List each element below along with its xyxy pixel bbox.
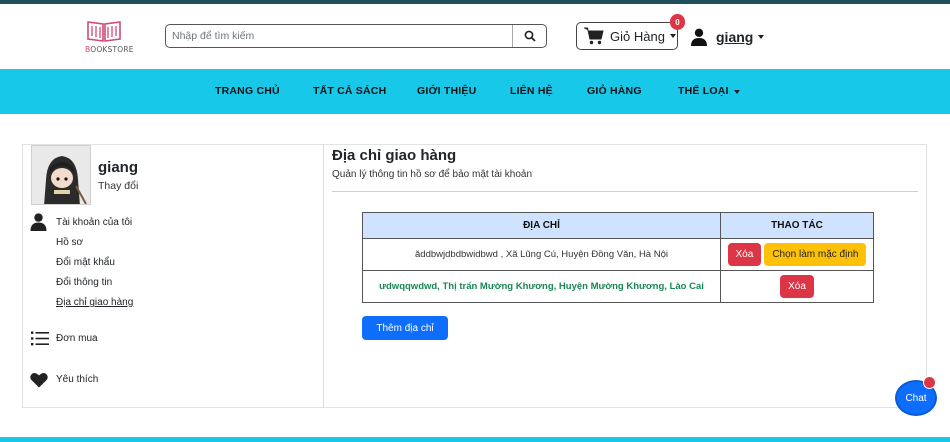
sidebar-item-shipping-address[interactable]: Địa chỉ giao hàng: [56, 297, 133, 308]
footer-strip: [0, 437, 950, 442]
user-icon: [691, 28, 707, 46]
page-title: Địa chỉ giao hàng: [332, 147, 457, 164]
chevron-down-icon: [758, 35, 765, 39]
search-button[interactable]: [512, 25, 546, 47]
table-row: ăddbwjdbdbwidbwd , Xã Lũng Cú, Huyện Đồn…: [362, 238, 874, 271]
page-subtitle: Quản lý thông tin hồ sơ để bảo mật tài k…: [332, 169, 533, 180]
heart-icon: [30, 373, 48, 388]
set-default-button[interactable]: Chọn làm mặc định: [764, 243, 867, 266]
person-icon: [30, 213, 47, 231]
nav-categories-label: THỂ LOẠI: [678, 85, 729, 97]
actions-cell: Xóa Chọn làm mặc định: [720, 238, 874, 271]
nav-item-categories[interactable]: THỂ LOẠI: [678, 85, 740, 97]
chat-notification-dot: [923, 376, 936, 389]
sidebar-item-change-password[interactable]: Đổi mật khẩu: [56, 257, 115, 268]
user-menu[interactable]: giang: [690, 26, 765, 48]
chevron-down-icon: [733, 90, 740, 94]
profile-name: giang: [98, 159, 138, 176]
add-address-button[interactable]: Thêm địa chỉ: [362, 316, 448, 340]
panel-border-right: [926, 144, 927, 408]
book-logo-icon: [87, 21, 121, 42]
cart-dropdown-button[interactable]: Giỏ Hàng: [576, 22, 678, 50]
delete-address-button[interactable]: Xóa: [727, 243, 762, 266]
chevron-down-icon: [669, 34, 676, 38]
search-input[interactable]: [172, 28, 512, 44]
sidebar-item-profile[interactable]: Hồ sơ: [56, 237, 83, 248]
logo-text: BOOKSTORE: [85, 45, 134, 54]
address-cell: ăddbwjdbdbwidbwd , Xã Lũng Cú, Huyện Đồn…: [362, 238, 721, 271]
divider: [332, 191, 918, 192]
bookstore-logo[interactable]: BOOKSTORE: [84, 19, 146, 59]
column-header-actions: THAO TÁC: [720, 212, 874, 239]
cart-label: Giỏ Hàng: [610, 28, 665, 44]
header: BOOKSTORE Giỏ Hàng 0 giang: [0, 4, 950, 69]
nav-item-cart[interactable]: GIỎ HÀNG: [587, 85, 642, 97]
sidebar-item-orders[interactable]: Đơn mua: [56, 333, 98, 344]
nav-item-home[interactable]: TRANG CHỦ: [215, 85, 280, 97]
list-icon: [31, 331, 49, 346]
sidebar-item-change-info[interactable]: Đổi thông tin: [56, 277, 112, 288]
default-address-cell: ưdwqqwdwd, Thị trấn Mường Khương, Huyện …: [362, 270, 721, 303]
sidebar-item-favorites[interactable]: Yêu thích: [56, 374, 98, 385]
table-row: ưdwqqwdwd, Thị trấn Mường Khương, Huyện …: [362, 270, 874, 303]
account-sidebar: giang Thay đổi Tài khoản của tôi Hồ sơ Đ…: [22, 144, 324, 408]
main-nav: TRANG CHỦ TẤT CẢ SÁCH GIỚI THIỆU LIÊN HỆ…: [0, 69, 950, 114]
nav-item-contact[interactable]: LIÊN HỆ: [510, 85, 553, 97]
search-bar: [165, 24, 547, 48]
avatar[interactable]: [31, 145, 91, 205]
user-name: giang: [716, 29, 754, 45]
address-table: ĐỊA CHỈ THAO TÁC ăddbwjdbdbwidbwd , Xã L…: [362, 212, 874, 303]
actions-cell: Xóa: [720, 270, 874, 303]
cart-icon: [584, 27, 604, 45]
nav-item-all-books[interactable]: TẤT CẢ SÁCH: [313, 85, 386, 97]
cart-count-badge: 0: [670, 14, 685, 30]
avatar-image: [32, 146, 90, 204]
nav-item-about[interactable]: GIỚI THIỆU: [417, 85, 476, 97]
panel-border-top: [324, 144, 927, 145]
delete-address-button[interactable]: Xóa: [780, 275, 814, 298]
my-account-link[interactable]: Tài khoản của tôi: [56, 217, 132, 228]
table-header-row: ĐỊA CHỈ THAO TÁC: [362, 212, 874, 239]
change-profile-link[interactable]: Thay đổi: [98, 180, 138, 192]
column-header-address: ĐỊA CHỈ: [362, 212, 721, 239]
search-icon: [524, 30, 536, 42]
